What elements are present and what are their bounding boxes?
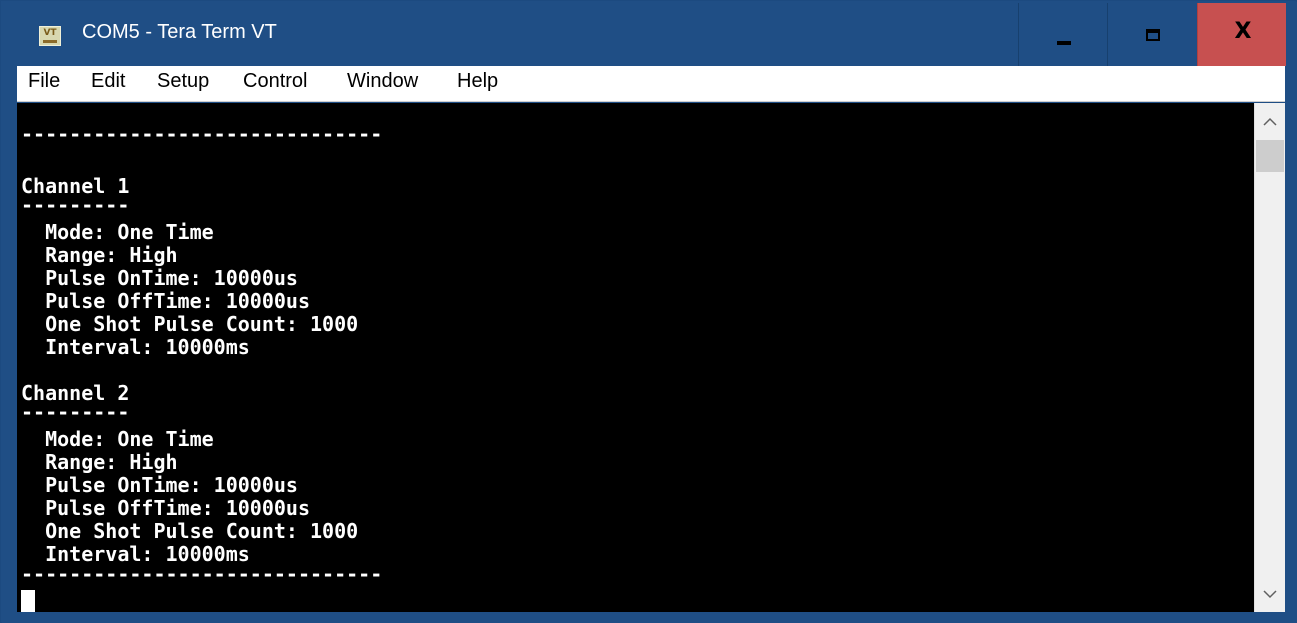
terminal-line: Range: High (21, 243, 178, 267)
terminal-line: ------------------------------ (21, 122, 383, 146)
maximize-icon (1146, 29, 1160, 41)
window-frame-right (1286, 2, 1297, 623)
scroll-up-arrow-icon[interactable] (1255, 103, 1285, 139)
terminal-line: --------- (21, 400, 130, 424)
close-icon: X (1234, 19, 1252, 44)
app-icon[interactable]: VT (39, 26, 61, 46)
terminal-line: Pulse OnTime: 10000us (21, 473, 298, 497)
scroll-down-arrow-icon[interactable] (1255, 576, 1285, 612)
scrollbar-thumb[interactable] (1256, 140, 1284, 172)
menu-edit[interactable]: Edit (91, 70, 125, 93)
menu-window[interactable]: Window (347, 70, 418, 93)
close-button[interactable]: X (1197, 3, 1287, 66)
terminal-line: Mode: One Time (21, 427, 214, 451)
terminal-line: Mode: One Time (21, 220, 214, 244)
text-cursor (21, 590, 35, 612)
vertical-scrollbar[interactable] (1254, 103, 1285, 612)
terminal-line: One Shot Pulse Count: 1000 (21, 519, 359, 543)
menu-control[interactable]: Control (243, 70, 307, 93)
title-bar[interactable]: VT COM5 - Tera Term VT X (2, 2, 1287, 66)
terminal-line: Pulse OffTime: 10000us (21, 289, 310, 313)
terminal-screen[interactable]: ------------------------------ Channel 1… (17, 103, 1254, 612)
minimize-button[interactable] (1018, 3, 1107, 66)
window-frame-left (2, 66, 17, 612)
terminal-line: Pulse OnTime: 10000us (21, 266, 298, 290)
window-title: COM5 - Tera Term VT (82, 21, 277, 43)
maximize-button[interactable] (1107, 3, 1196, 66)
terminal-line: One Shot Pulse Count: 1000 (21, 312, 359, 336)
menu-help[interactable]: Help (457, 70, 498, 93)
terminal-line: --------- (21, 193, 130, 217)
terminal-line: ------------------------------ (21, 562, 383, 586)
menu-setup[interactable]: Setup (157, 70, 209, 93)
tera-term-window: VT COM5 - Tera Term VT X File Edit Setup… (0, 0, 1297, 623)
window-frame-bottom (2, 612, 1286, 623)
menu-file[interactable]: File (28, 70, 60, 93)
terminal-line: Range: High (21, 450, 178, 474)
terminal-line: Interval: 10000ms (21, 335, 250, 359)
terminal-line: Pulse OffTime: 10000us (21, 496, 310, 520)
minimize-icon (1057, 41, 1071, 45)
menu-bar: File Edit Setup Control Window Help (17, 66, 1285, 102)
